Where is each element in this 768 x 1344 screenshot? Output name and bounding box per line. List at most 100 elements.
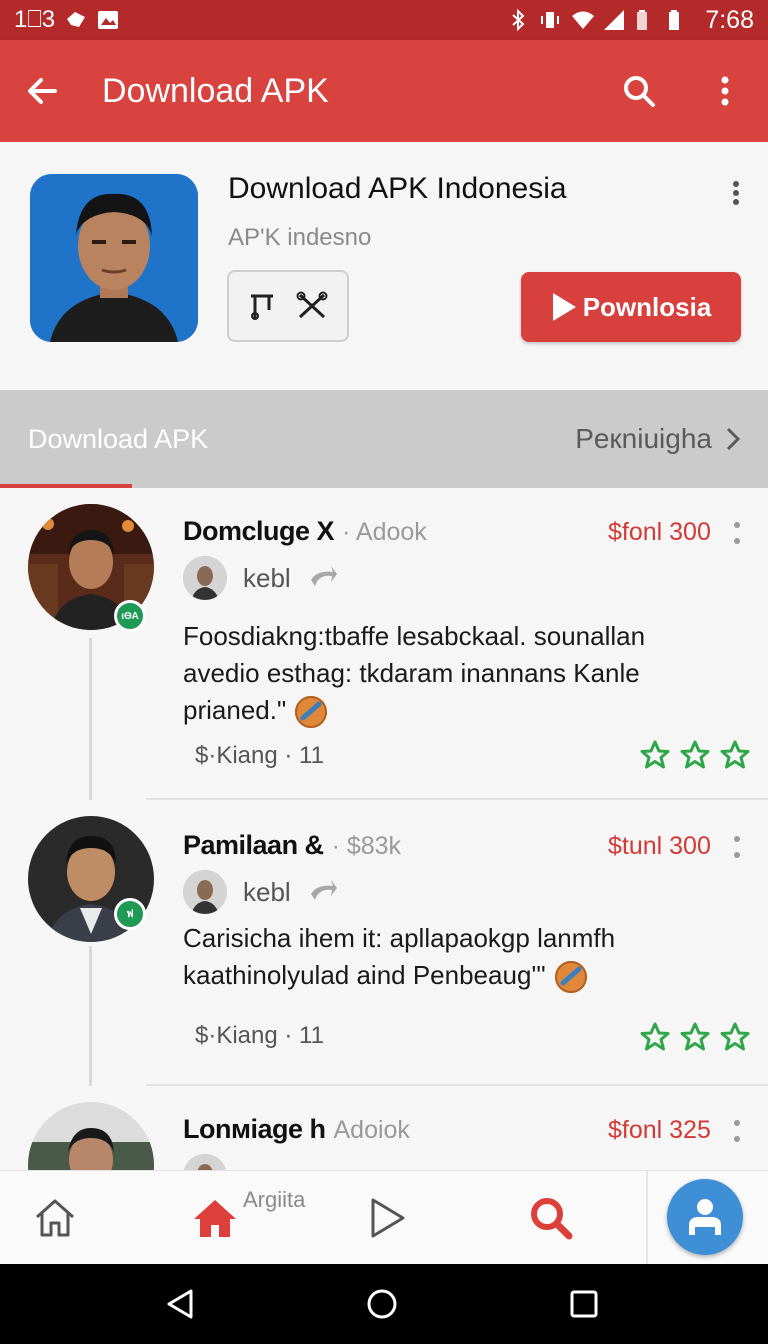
post-text: Foosdiakng:tbaffe lesabckaal. sounallan … [183, 618, 723, 730]
star-icon [640, 1022, 670, 1051]
emoji-icon [295, 696, 328, 729]
section-link[interactable]: Peкniuigha [575, 423, 740, 455]
nav-label: Argiita [243, 1187, 306, 1212]
bluetooth-icon [507, 8, 529, 32]
post-author[interactable]: Domcluge X · Adook [183, 516, 427, 547]
back-button[interactable] [0, 40, 86, 142]
status-bar: 1⎕3 7:68 [0, 0, 768, 40]
post-sub-row [183, 1154, 227, 1170]
play-icon [371, 1198, 405, 1238]
app-bar: Download APK [0, 40, 768, 142]
home-circle-icon [367, 1289, 397, 1319]
system-nav-bar [0, 1264, 768, 1344]
app-header: Download APK Indonesia AP'K indesno Pown… [0, 142, 768, 390]
post-text: Carisicha ihem it: apllapaokgp lanmfh ka… [183, 920, 723, 995]
profile-fab[interactable] [667, 1179, 743, 1255]
app-icon[interactable] [30, 174, 198, 342]
post-price: $tunl 300 [608, 832, 711, 860]
thread-line [89, 946, 92, 1086]
post-author-name: Pamilaan & [183, 830, 324, 860]
play-icon [552, 293, 576, 321]
post-more-button[interactable] [728, 1118, 746, 1144]
mini-avatar [183, 1154, 227, 1170]
post-more-button[interactable] [728, 520, 746, 546]
wrench-icon [251, 294, 273, 320]
nav-separator [646, 1171, 648, 1265]
post-more-button[interactable] [728, 834, 746, 860]
post-author-name: Domcluge X [183, 516, 335, 546]
star-icon [680, 740, 710, 769]
post-price: $fonl 325 [608, 1116, 711, 1144]
post-text-body: Foosdiakng:tbaffe lesabckaal. sounallan … [183, 621, 646, 725]
nav-play[interactable] [352, 1171, 422, 1265]
battery-icon [635, 9, 657, 31]
battery-icon [667, 9, 689, 31]
system-back-button[interactable] [160, 1284, 200, 1324]
back-triangle-icon [167, 1289, 193, 1319]
nav-home-outline[interactable] [20, 1171, 90, 1265]
mini-avatar [183, 556, 227, 600]
post-author-name: Lonмiage h [183, 1114, 326, 1144]
post-feed[interactable]: ιΘΑ Domcluge X · Adook $fonl 300 kebl Foo… [0, 488, 768, 1170]
notification-icon [65, 9, 87, 31]
recents-square-icon [570, 1290, 598, 1318]
vibrate-icon [539, 9, 561, 31]
more-vert-icon [734, 522, 740, 544]
back-arrow-icon [28, 78, 57, 104]
post-handle: · Adook [342, 518, 427, 546]
search-button[interactable] [596, 40, 682, 142]
post-meta: $·Kiang · 11 [195, 742, 324, 769]
star-rating[interactable] [640, 740, 750, 770]
app-name: Download APK Indonesia [228, 172, 567, 205]
star-icon [680, 1022, 710, 1051]
section-header: Download APK Peкniuigha [0, 390, 768, 488]
nav-search[interactable] [516, 1171, 586, 1265]
search-icon [624, 76, 655, 107]
verified-badge: ฟ [114, 898, 146, 930]
reply-icon [310, 880, 337, 900]
thread-line [89, 638, 92, 800]
post-sub-label: kebl [243, 876, 291, 907]
post-text-body: Carisicha ihem it: apllapaokgp lanmfh ka… [183, 923, 616, 990]
app-more-button[interactable] [722, 178, 750, 208]
section-title[interactable]: Download APK [28, 424, 208, 455]
system-home-button[interactable] [362, 1284, 402, 1324]
post-meta: $·Kiang · 11 [195, 1022, 324, 1049]
verified-badge: ιΘΑ [114, 600, 146, 632]
more-vert-icon [734, 1120, 740, 1142]
post-item[interactable]: Lonмiage h Adoiok $fonl 325 [0, 1086, 768, 1170]
nav-home[interactable] [180, 1171, 250, 1265]
tools-button[interactable] [227, 270, 349, 342]
scissors-icon [296, 291, 328, 319]
star-icon [720, 1022, 750, 1051]
emoji-icon [554, 961, 587, 994]
system-recents-button[interactable] [564, 1284, 604, 1324]
post-author[interactable]: Lonмiage h Adoiok [183, 1114, 410, 1145]
star-icon [640, 740, 670, 769]
bottom-nav: Argiita [0, 1170, 768, 1265]
reply-icon [310, 566, 337, 586]
wifi-icon [571, 9, 595, 31]
post-handle: · $83k [331, 832, 402, 860]
download-button[interactable]: Pownlosia [521, 272, 741, 342]
download-button-label: Pownlosia [582, 291, 712, 322]
post-price: $fonl 300 [608, 518, 711, 546]
app-subtitle: AP'K indesno [228, 224, 372, 251]
signal-icon [603, 9, 625, 31]
app-bar-title: Download APK [102, 71, 329, 110]
post-sub-row: kebl [183, 870, 339, 914]
search-icon [531, 1198, 573, 1240]
section-link-label: Peкniuigha [575, 423, 712, 454]
home-filled-icon [194, 1200, 236, 1237]
more-vert-icon [721, 76, 729, 106]
avatar[interactable] [28, 1102, 154, 1170]
gallery-icon [97, 9, 119, 31]
status-time: 7:68 [705, 5, 754, 34]
post-item[interactable]: ฟ Pamilaan & · $83k $tunl 300 kebl Carisi… [0, 800, 768, 1086]
chevron-right-icon [726, 427, 740, 451]
post-item[interactable]: ιΘΑ Domcluge X · Adook $fonl 300 kebl Foo… [0, 488, 768, 800]
star-rating[interactable] [640, 1022, 750, 1052]
post-author[interactable]: Pamilaan & · $83k [183, 830, 401, 861]
more-options-button[interactable] [682, 40, 768, 142]
post-sub-row: kebl [183, 556, 339, 600]
